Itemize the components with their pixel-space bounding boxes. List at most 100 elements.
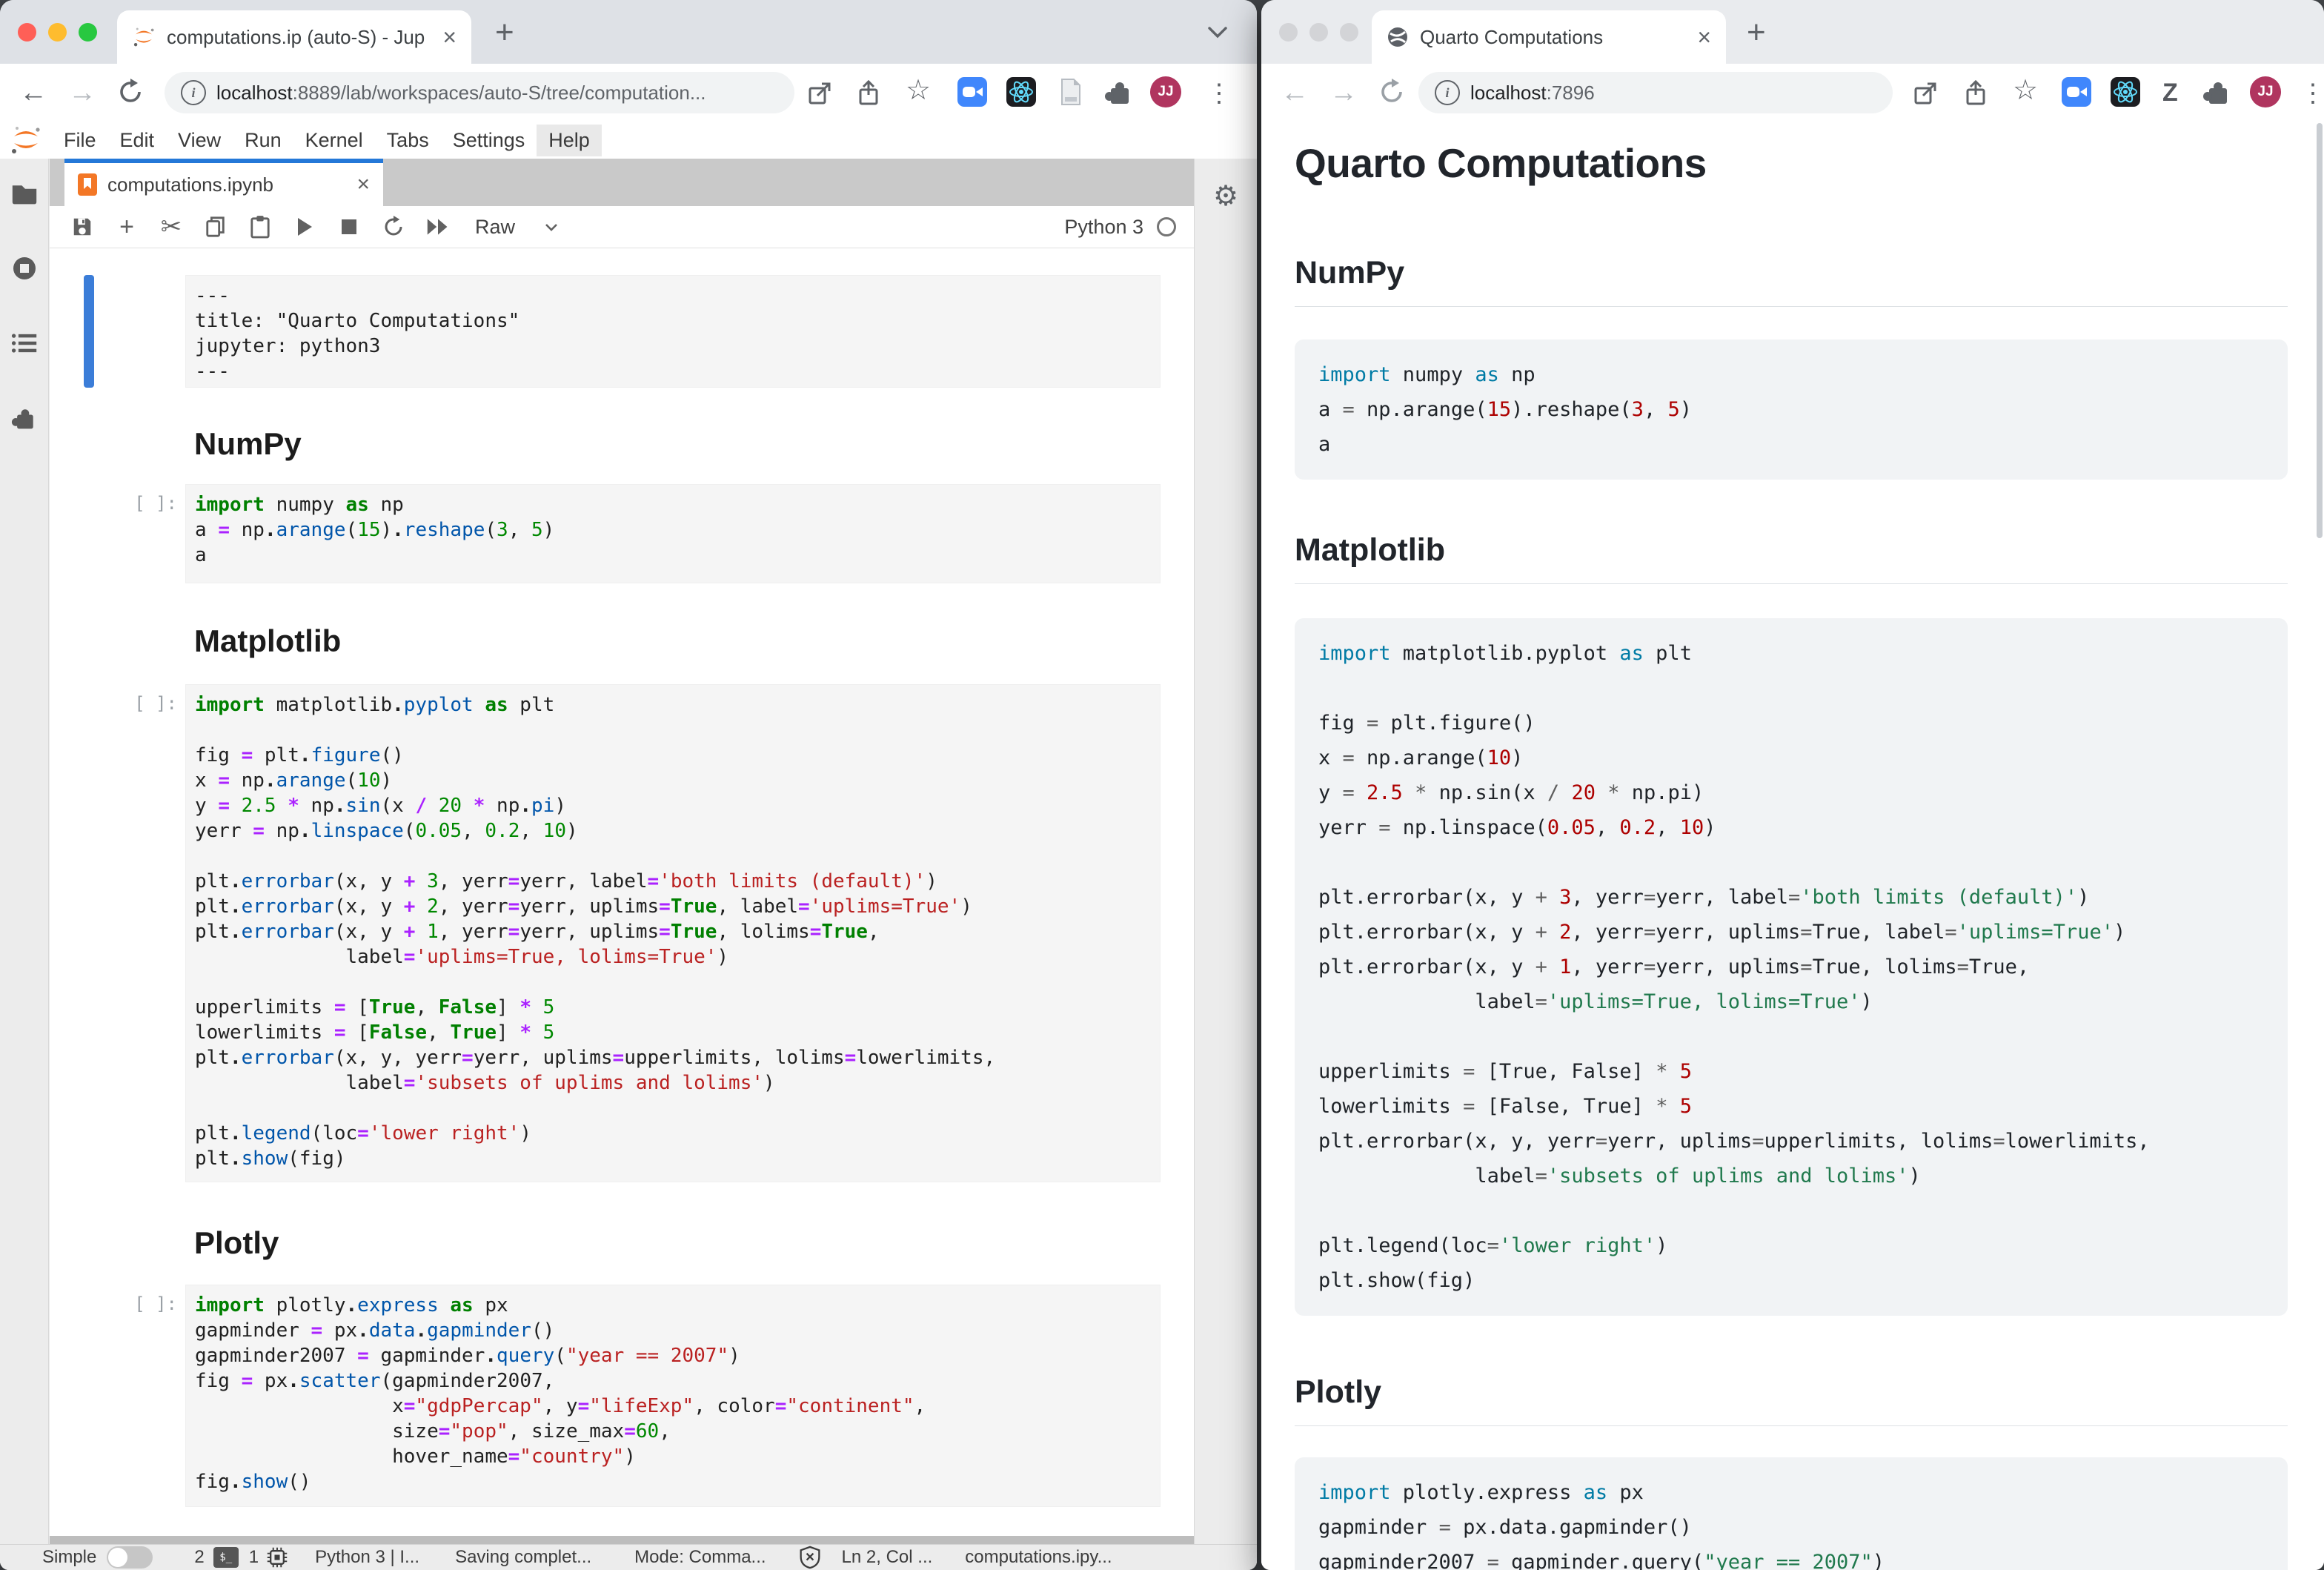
zoom-extension-icon[interactable] [2062, 77, 2091, 107]
bookmark-star-icon[interactable]: ☆ [2013, 77, 2038, 104]
quarto-preview-browser-window: Quarto Computations × + ← → i localhost:… [1261, 0, 2324, 1570]
open-in-new-icon[interactable] [806, 80, 833, 107]
zoom-extension-icon[interactable] [957, 77, 987, 107]
share-icon[interactable] [1962, 80, 1989, 107]
terminal-icon[interactable]: $_ [213, 1547, 239, 1568]
notebook-content: ---title: "Quarto Computations"jupyter: … [50, 248, 1194, 1536]
extension-manager-puzzle-icon[interactable] [11, 405, 38, 431]
jupyterlab-browser-window: computations.ip (auto-S) - Jup × + ← → i… [0, 0, 1257, 1570]
trust-shield-icon[interactable] [799, 1546, 821, 1569]
site-info-icon[interactable]: i [181, 80, 206, 105]
command-mode-text[interactable]: Mode: Comma... [634, 1547, 766, 1568]
browser-tab-jupyter[interactable]: computations.ip (auto-S) - Jup × [117, 10, 471, 64]
jupyter-logo [9, 124, 43, 156]
zoom-window-button[interactable] [1340, 23, 1358, 42]
url-text: localhost:7896 [1470, 82, 1595, 105]
notebook-tab-label: computations.ipynb [107, 173, 346, 196]
kernel-status-text[interactable]: Python 3 | I... [315, 1547, 419, 1568]
raw-cell[interactable]: ---title: "Quarto Computations"jupyter: … [185, 275, 1161, 388]
active-cell-indicator[interactable] [84, 275, 94, 388]
address-bar[interactable]: i localhost:7896 [1418, 72, 1893, 113]
code-cell-plotly[interactable]: import plotly.express as pxgapminder = p… [185, 1285, 1161, 1507]
zoom-window-button[interactable] [79, 23, 97, 42]
code-cell-matplotlib[interactable]: import matplotlib.pyplot as plt fig = pl… [185, 684, 1161, 1182]
running-kernels-icon[interactable] [11, 255, 38, 282]
back-button[interactable]: ← [19, 77, 47, 108]
site-info-icon[interactable]: i [1435, 80, 1460, 105]
address-bar[interactable]: i localhost:8889/lab/workspaces/auto-S/t… [165, 72, 794, 113]
menu-kernel[interactable]: Kernel [293, 125, 375, 156]
simple-mode-toggle[interactable] [107, 1546, 153, 1569]
cell-type-dropdown[interactable]: Raw [475, 216, 558, 239]
menu-settings[interactable]: Settings [441, 125, 537, 156]
notebook-tab[interactable]: computations.ipynb × [64, 159, 383, 206]
run-cell-button[interactable] [282, 209, 327, 245]
kernel-indicator[interactable]: Python 3 [1064, 216, 1183, 239]
code-cell-numpy-source[interactable]: import numpy as npa = np.arange(15).resh… [195, 492, 1151, 568]
browser-tab-quarto[interactable]: Quarto Computations × [1372, 10, 1726, 64]
new-tab-button[interactable]: + [495, 16, 514, 49]
markdown-heading-matplotlib: Matplotlib [194, 623, 341, 659]
browser-menu-kebab-icon[interactable]: ⋮ [1206, 79, 1232, 108]
restart-kernel-button[interactable] [371, 209, 416, 245]
menu-file[interactable]: File [52, 125, 108, 156]
open-in-new-icon[interactable] [1912, 80, 1939, 107]
react-devtools-extension-icon[interactable] [2111, 77, 2140, 107]
reload-button[interactable] [1378, 79, 1405, 105]
z-extension-icon[interactable]: Z [2162, 79, 2178, 107]
browser-toolbar-left: ← → i localhost:8889/lab/workspaces/auto… [0, 64, 1257, 122]
menu-edit[interactable]: Edit [108, 125, 167, 156]
extensions-puzzle-icon[interactable] [2202, 77, 2232, 107]
jupyterlab-dock-panel: computations.ipynb × + ✂ [50, 159, 1194, 1545]
reload-button[interactable] [117, 79, 144, 105]
minimize-window-button[interactable] [48, 23, 67, 42]
tab-close-icon[interactable]: × [442, 25, 456, 49]
code-cell-plotly-source[interactable]: import plotly.express as pxgapminder = p… [195, 1293, 1151, 1494]
close-window-button[interactable] [18, 23, 36, 42]
kernel-name: Python 3 [1064, 216, 1143, 239]
insert-cell-button[interactable]: + [104, 209, 149, 245]
back-button[interactable]: ← [1281, 77, 1309, 108]
share-icon[interactable] [855, 80, 882, 107]
notebook-tabbar: computations.ipynb × [50, 159, 1194, 206]
paste-cells-button[interactable] [238, 209, 282, 245]
close-window-button[interactable] [1279, 23, 1298, 42]
interrupt-kernel-button[interactable] [327, 209, 371, 245]
extensions-puzzle-icon[interactable] [1104, 77, 1134, 107]
page-scrollbar[interactable] [2317, 123, 2323, 538]
tab-search-chevron-icon[interactable] [1208, 27, 1227, 39]
new-tab-button[interactable]: + [1747, 16, 1766, 49]
menu-tabs[interactable]: Tabs [375, 125, 441, 156]
cell-type-value: Raw [475, 216, 515, 239]
document-extension-icon[interactable] [1055, 77, 1085, 107]
save-button[interactable] [60, 209, 104, 245]
run-all-cells-button[interactable] [416, 209, 460, 245]
code-cell-numpy[interactable]: import numpy as npa = np.arange(15).resh… [185, 484, 1161, 583]
raw-cell-source[interactable]: ---title: "Quarto Computations"jupyter: … [195, 283, 1151, 384]
menu-run[interactable]: Run [233, 125, 293, 156]
menu-help[interactable]: Help [537, 125, 602, 156]
simple-mode-label: Simple [42, 1547, 96, 1568]
line-col-indicator[interactable]: Ln 2, Col ... [842, 1547, 933, 1568]
profile-avatar[interactable]: JJ [1150, 76, 1181, 107]
table-of-contents-icon[interactable] [11, 332, 38, 354]
bookmark-star-icon[interactable]: ☆ [906, 77, 931, 104]
profile-avatar[interactable]: JJ [2250, 76, 2281, 107]
code-cell-matplotlib-source[interactable]: import matplotlib.pyplot as plt fig = pl… [195, 692, 1151, 1171]
minimize-window-button[interactable] [1309, 23, 1328, 42]
react-devtools-extension-icon[interactable] [1006, 77, 1036, 107]
property-inspector-gear-icon[interactable]: ⚙ [1213, 179, 1238, 213]
menu-view[interactable]: View [166, 125, 233, 156]
forward-button[interactable]: → [1329, 77, 1358, 108]
forward-button[interactable]: → [68, 77, 96, 108]
copy-cells-button[interactable] [193, 209, 238, 245]
file-browser-icon[interactable] [11, 182, 38, 205]
notebook-tab-close-icon[interactable]: × [356, 173, 370, 196]
cut-cells-button[interactable]: ✂ [149, 209, 193, 245]
tab-close-icon[interactable]: × [1697, 25, 1711, 49]
macos-window-controls [18, 23, 97, 42]
jupyterlab-right-sidebar: ⚙ [1194, 159, 1257, 1545]
browser-menu-kebab-icon[interactable]: ⋮ [2300, 79, 2324, 108]
jupyterlab-activity-bar [0, 159, 49, 1545]
kernel-chip-icon[interactable] [266, 1546, 288, 1569]
